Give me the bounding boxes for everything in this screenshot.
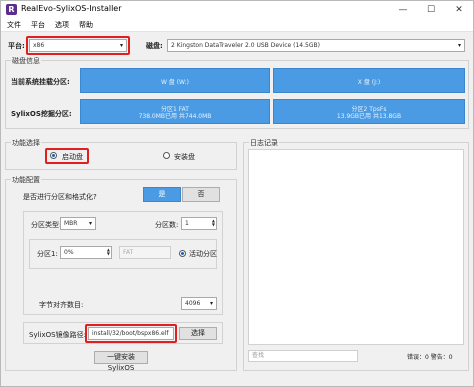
function-select-title: 功能选择 xyxy=(11,138,41,148)
sylixos-partition-1[interactable]: 分区1 FAT 738.0MB已用 共744.0MB xyxy=(80,99,270,124)
log-status: 错误：0 警告：0 xyxy=(407,354,453,361)
install-disk-radio[interactable] xyxy=(163,152,170,159)
spin-arrows-icon[interactable]: ▲ ▼ xyxy=(107,248,110,256)
byte-align-value: 4096 xyxy=(185,300,201,307)
boot-disk-label[interactable]: 启动盘 xyxy=(62,152,83,162)
partition-1-size-value: 0% xyxy=(64,249,74,256)
mounted-partition-label: 当前系统挂载分区: xyxy=(11,78,70,86)
sylixos-partition-2[interactable]: 分区2 TpsFs 13.9GB已用 共13.8GB xyxy=(273,99,465,124)
disk-info-title: 磁盘信息 xyxy=(11,56,41,66)
partition-type-select[interactable]: MBR ▾ xyxy=(60,217,96,230)
menu-platform[interactable]: 平台 xyxy=(31,20,45,30)
menu-options[interactable]: 选项 xyxy=(55,20,69,30)
window-title: RealEvo-SylixOS-Installer xyxy=(21,4,122,13)
disk-label: 磁盘: xyxy=(146,42,163,50)
log-title: 日志记录 xyxy=(249,138,279,148)
partition-usage: 738.0MB已用 共744.0MB xyxy=(138,113,212,120)
mounted-partition-w[interactable]: W 盘 (W:) xyxy=(80,68,270,93)
partition-text: W 盘 (W:) xyxy=(160,79,190,86)
chevron-down-icon: ▾ xyxy=(457,42,461,49)
byte-align-select[interactable]: 4096 ▾ xyxy=(181,297,217,310)
log-search-input[interactable]: 查找 xyxy=(248,350,358,362)
menu-bar: 文件 平台 选项 帮助 xyxy=(1,19,473,32)
partition-text: X 盘 (J:) xyxy=(357,79,381,86)
menu-file[interactable]: 文件 xyxy=(7,20,21,30)
function-config-title: 功能配置 xyxy=(11,175,41,185)
maximize-button[interactable]: ☐ xyxy=(417,1,445,19)
chevron-down-icon: ▾ xyxy=(209,300,213,307)
browse-button[interactable]: 选择 xyxy=(179,327,217,340)
partition-usage: 13.9GB已用 共13.8GB xyxy=(336,113,402,120)
chevron-down-icon: ▾ xyxy=(88,220,92,227)
partition-count-stepper[interactable]: 1 ▲ ▼ xyxy=(181,217,217,230)
mounted-partition-x[interactable]: X 盘 (J:) xyxy=(273,68,465,93)
partition-no-button[interactable]: 否 xyxy=(182,187,220,202)
installer-window: R RealEvo-SylixOS-Installer — ☐ ✕ 文件 平台 … xyxy=(0,0,474,387)
log-output[interactable] xyxy=(248,149,464,345)
close-button[interactable]: ✕ xyxy=(445,1,473,19)
partition-1-fs-select[interactable]: FAT xyxy=(119,246,171,259)
menu-help[interactable]: 帮助 xyxy=(79,20,93,30)
disk-value: 2 Kingston DataTraveler 2.0 USB Device (… xyxy=(171,42,320,49)
partition-question-label: 是否进行分区和格式化? xyxy=(23,193,97,201)
platform-label: 平台: xyxy=(8,42,25,50)
title-bar: R RealEvo-SylixOS-Installer — ☐ ✕ xyxy=(1,1,473,19)
install-sylixos-button[interactable]: 一键安装SylixOS xyxy=(94,351,148,372)
partition-1-fs-value: FAT xyxy=(123,249,134,256)
boot-disk-radio[interactable] xyxy=(50,152,57,159)
partition-1-label: 分区1: xyxy=(37,250,58,258)
image-path-highlight xyxy=(85,324,177,343)
partition-1-size-input[interactable]: 0% ▲ ▼ xyxy=(60,246,112,259)
spin-arrows-icon[interactable]: ▲ ▼ xyxy=(212,219,215,227)
minimize-button[interactable]: — xyxy=(389,1,417,19)
partition-yes-button[interactable]: 是 xyxy=(143,187,181,202)
byte-align-label: 字节对齐数目: xyxy=(39,301,84,309)
sylixos-partition-label: SylixOS挖掘分区: xyxy=(11,110,72,118)
image-path-label: SylixOS镜像路径: xyxy=(29,331,86,339)
partition-type-value: MBR xyxy=(64,220,78,227)
active-partition-label[interactable]: 活动分区 xyxy=(189,249,217,259)
partition-type-label: 分区类型: xyxy=(31,221,62,229)
platform-highlight xyxy=(26,36,130,55)
app-logo-icon: R xyxy=(6,4,17,15)
install-disk-label[interactable]: 安装盘 xyxy=(174,152,195,162)
partition-count-label: 分区数: xyxy=(155,221,179,229)
partition-count-value: 1 xyxy=(185,220,189,227)
disk-select[interactable]: 2 Kingston DataTraveler 2.0 USB Device (… xyxy=(167,39,465,52)
active-partition-radio[interactable] xyxy=(179,250,186,257)
